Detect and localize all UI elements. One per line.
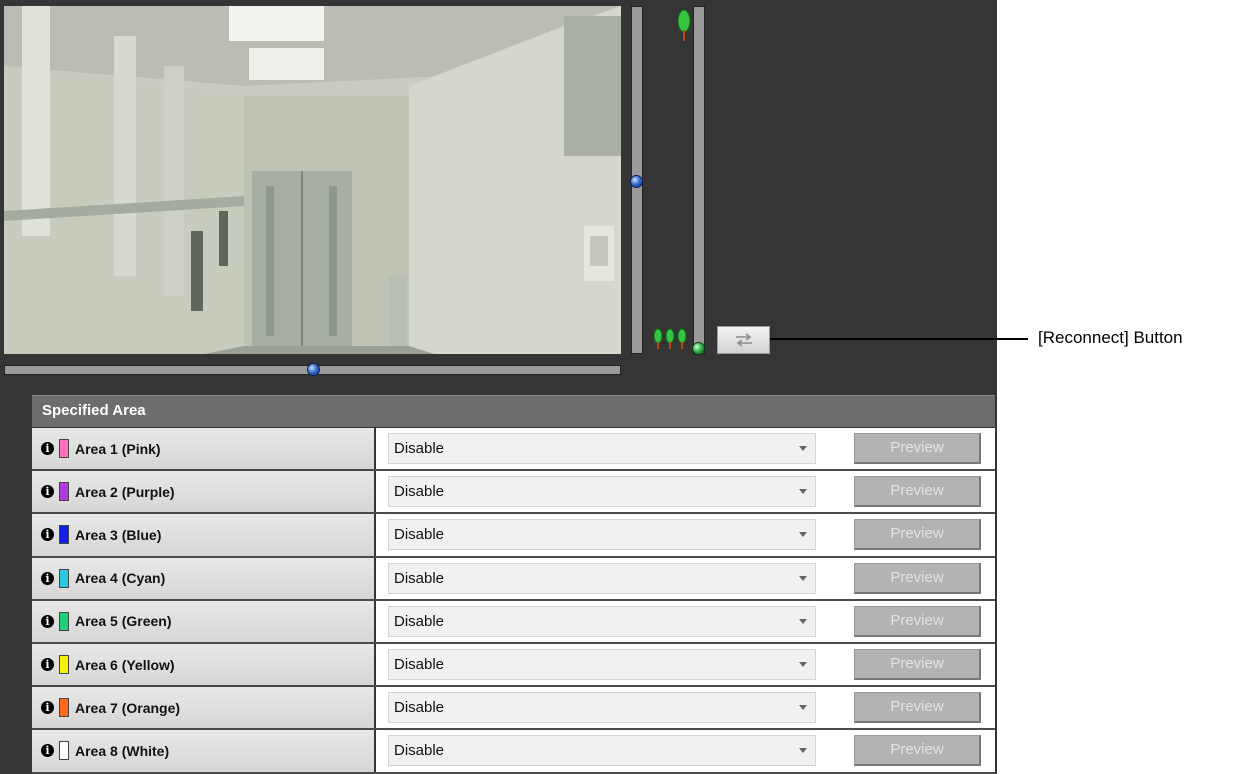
zoom-slider[interactable] (692, 6, 705, 355)
preview-button[interactable]: Preview (854, 735, 981, 767)
info-icon[interactable]: i (41, 614, 54, 628)
area-row: i Area 2 (Purple) Disable Preview (32, 471, 995, 515)
area-color-swatch (59, 611, 69, 631)
area-label: Area 4 (Cyan) (75, 570, 166, 587)
info-icon[interactable]: i (41, 571, 54, 585)
area-row: i Area 6 (Yellow) Disable Preview (32, 643, 995, 688)
camera-live-view[interactable] (4, 6, 621, 354)
area-mode-value: Disable (394, 440, 445, 457)
reconnect-button[interactable] (717, 326, 770, 354)
area-color-swatch (59, 482, 69, 502)
area-label: Area 2 (Purple) (75, 483, 175, 500)
area-mode-select[interactable]: Disable (388, 562, 816, 594)
info-icon[interactable]: i (41, 701, 54, 715)
area-mode-select[interactable]: Disable (388, 692, 816, 724)
info-icon[interactable]: i (41, 658, 54, 672)
area-name-cell: i Area 4 (Cyan) (32, 557, 374, 599)
tilt-slider[interactable] (630, 6, 643, 354)
area-value-cell: Disable Preview (376, 471, 995, 513)
reconnect-arrows-icon (735, 333, 752, 347)
area-color-swatch (59, 698, 69, 718)
area-row: i Area 7 (Orange) Disable Preview (32, 687, 995, 731)
area-mode-value: Disable (394, 569, 445, 587)
area-mode-value: Disable (394, 483, 445, 501)
preview-button[interactable]: Preview (854, 519, 981, 551)
tilt-slider-knob[interactable] (630, 174, 643, 188)
area-color-swatch (59, 439, 69, 459)
area-mode-value: Disable (394, 699, 445, 717)
preview-button[interactable]: Preview (854, 476, 981, 508)
area-row: i Area 4 (Cyan) Disable Preview (32, 557, 995, 601)
specified-area-table: i Area 1 (Pink) Disable Preview i Area 2 (Pur… (32, 428, 995, 774)
area-name-cell: i Area 6 (Yellow) (32, 643, 374, 686)
chevron-down-icon (799, 705, 807, 711)
area-label: Area 5 (Green) (75, 613, 172, 630)
area-mode-select[interactable]: Disable (388, 476, 816, 508)
area-color-swatch (59, 568, 69, 588)
preview-button[interactable]: Preview (854, 605, 981, 637)
chevron-down-icon (799, 489, 807, 495)
preview-button[interactable]: Preview (854, 648, 981, 680)
area-label: Area 1 (Pink) (75, 440, 161, 457)
area-color-swatch (59, 655, 69, 675)
specified-area-header: Specified Area (32, 395, 995, 427)
area-value-cell: Disable Preview (376, 514, 995, 556)
chevron-down-icon (799, 532, 807, 538)
preview-button[interactable]: Preview (854, 562, 981, 594)
preview-button[interactable]: Preview (854, 692, 981, 724)
area-label: Area 6 (Yellow) (75, 656, 175, 673)
callout-label: [Reconnect] Button (1038, 328, 1183, 347)
area-name-cell: i Area 8 (White) (32, 730, 374, 772)
info-icon[interactable]: i (41, 442, 54, 456)
area-value-cell: Disable Preview (376, 643, 995, 686)
area-name-cell: i Area 3 (Blue) (32, 514, 374, 556)
info-icon[interactable]: i (41, 528, 54, 542)
area-value-cell: Disable Preview (376, 730, 995, 772)
preview-button[interactable]: Preview (854, 433, 981, 464)
pan-slider[interactable] (4, 363, 621, 376)
area-row: i Area 1 (Pink) Disable Preview (32, 428, 995, 472)
area-mode-value: Disable (394, 526, 445, 544)
area-mode-value: Disable (394, 612, 445, 630)
area-label: Area 7 (Orange) (75, 699, 181, 716)
area-color-swatch (59, 525, 69, 545)
area-mode-select[interactable]: Disable (388, 605, 816, 637)
chevron-down-icon (799, 618, 807, 624)
zoom-wide-trees-icon (653, 328, 687, 349)
area-mode-value: Disable (394, 742, 445, 760)
area-name-cell: i Area 2 (Purple) (32, 471, 374, 513)
area-value-cell: Disable Preview (376, 687, 995, 729)
zoom-slider-knob[interactable] (692, 342, 705, 355)
area-value-cell: Disable Preview (376, 557, 995, 599)
zoom-tele-tree-icon (677, 9, 691, 41)
area-label: Area 3 (Blue) (75, 526, 162, 543)
area-mode-select[interactable]: Disable (388, 648, 816, 680)
area-row: i Area 5 (Green) Disable Preview (32, 600, 995, 644)
pan-slider-knob[interactable] (307, 363, 320, 376)
area-row: i Area 3 (Blue) Disable Preview (32, 514, 995, 558)
area-name-cell: i Area 1 (Pink) (32, 428, 374, 470)
chevron-down-icon (799, 575, 807, 581)
area-mode-select[interactable]: Disable (388, 519, 816, 551)
area-value-cell: Disable Preview (376, 428, 995, 470)
area-mode-select[interactable]: Disable (388, 433, 816, 464)
area-mode-select[interactable]: Disable (388, 735, 816, 767)
area-value-cell: Disable Preview (376, 600, 995, 642)
area-color-swatch (59, 741, 69, 761)
info-icon[interactable]: i (41, 744, 54, 758)
area-label: Area 8 (White) (75, 742, 170, 759)
area-name-cell: i Area 5 (Green) (32, 600, 374, 642)
callout-line (770, 338, 1028, 340)
camera-control-panel: Specified Area i Area 1 (Pink) Disable Prev… (0, 0, 997, 774)
area-name-cell: i Area 7 (Orange) (32, 687, 374, 729)
info-icon[interactable]: i (41, 485, 54, 499)
corridor-image (4, 6, 621, 354)
chevron-down-icon (799, 661, 807, 667)
chevron-down-icon (799, 748, 807, 754)
area-row: i Area 8 (White) Disable Preview (32, 730, 995, 774)
chevron-down-icon (799, 446, 807, 451)
area-mode-value: Disable (394, 655, 445, 673)
